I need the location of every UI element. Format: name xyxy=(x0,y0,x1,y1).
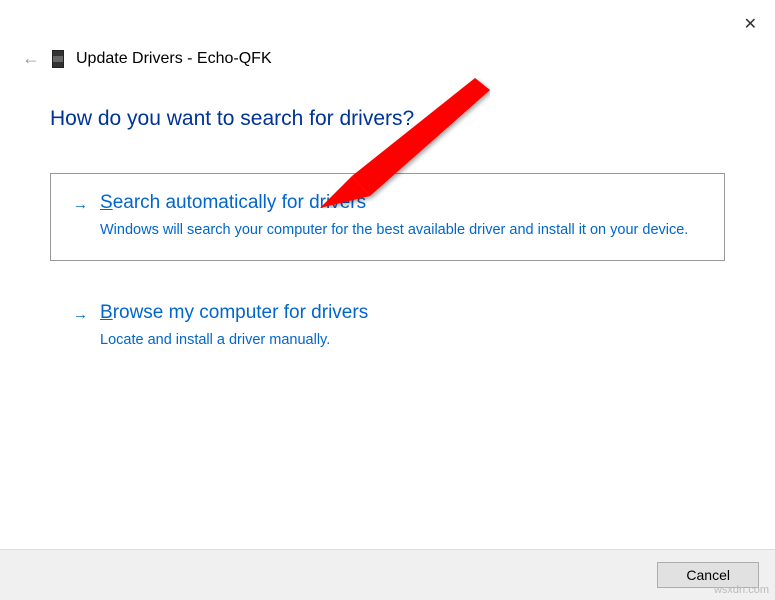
dialog-header: ← Update Drivers - Echo-QFK xyxy=(0,0,775,69)
close-button[interactable]: ✕ xyxy=(744,14,757,34)
arrow-right-icon: → xyxy=(73,306,88,323)
page-title: How do you want to search for drivers? xyxy=(50,107,725,131)
dialog-content: How do you want to search for drivers? →… xyxy=(0,69,775,372)
back-arrow-icon[interactable]: ← xyxy=(22,48,40,69)
device-icon xyxy=(52,50,64,68)
arrow-right-icon: → xyxy=(73,196,88,213)
option-auto-title: Search automatically for drivers xyxy=(100,192,702,214)
dialog-footer: Cancel xyxy=(0,549,775,600)
window-title: Update Drivers - Echo-QFK xyxy=(76,50,272,68)
option-auto-description: Windows will search your computer for th… xyxy=(100,220,702,240)
option-search-automatically[interactable]: → Search automatically for drivers Windo… xyxy=(50,173,725,261)
option-browse-computer[interactable]: → Browse my computer for drivers Locate … xyxy=(50,283,725,371)
option-browse-title: Browse my computer for drivers xyxy=(100,302,702,324)
watermark-text: wsxdn.com xyxy=(714,584,769,596)
option-browse-description: Locate and install a driver manually. xyxy=(100,330,702,350)
